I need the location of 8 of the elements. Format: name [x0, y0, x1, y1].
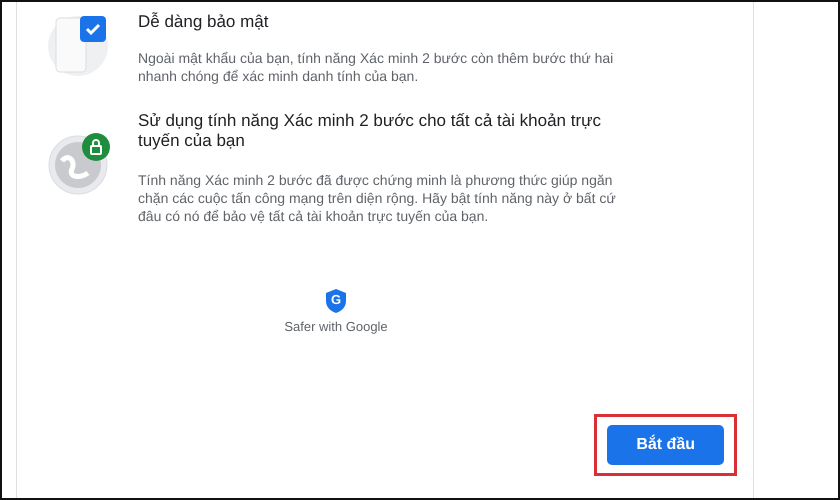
feature-description: Ngoài mật khẩu của bạn, tính năng Xác minh 2 bước còn thêm bước thứ hai nhanh chóng để xác minh danh tính của bạn. — [138, 49, 614, 85]
shield-icon: G — [326, 289, 346, 313]
safer-with-google-label: Safer with Google — [284, 319, 388, 334]
feature-title: Sử dụng tính năng Xác minh 2 bước cho tất cả tài khoản trực tuyến của bạn — [138, 111, 602, 151]
feature-description: Tính năng Xác minh 2 bước đã được chứng minh là phương thức giúp ngăn chặn các cuộc tấn công mạng trên diện rộng. Hãy bật tính năng này ở bất cứ đâu có nó để bảo vệ tất cả tài khoản trực tuyến của bạn. — [138, 171, 617, 225]
feature-title: Dễ dàng bảo mật — [138, 12, 270, 32]
globe-lock-icon — [48, 131, 112, 195]
start-button[interactable]: Bắt đầu — [607, 425, 724, 465]
